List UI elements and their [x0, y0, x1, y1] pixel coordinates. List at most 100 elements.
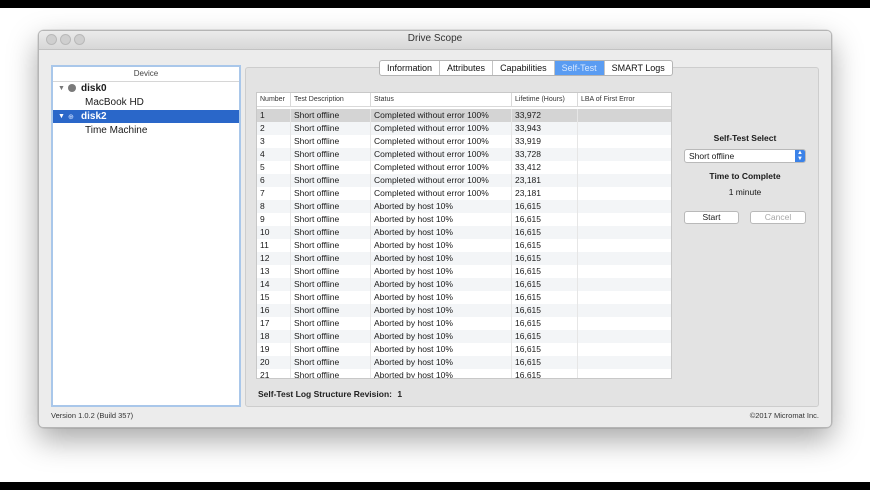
- table-cell: 23,181: [512, 174, 578, 187]
- sidebar-item-macbook-hd[interactable]: MacBook HD: [53, 96, 239, 109]
- sidebar-item-disk2[interactable]: ▼ ⊕ disk2: [53, 110, 239, 123]
- column-header-test-description[interactable]: Test Description: [291, 93, 371, 107]
- column-header-lifetime[interactable]: Lifetime (Hours): [512, 93, 578, 107]
- table-row[interactable]: 20 Short offline Aborted by host 10% 16,615: [257, 356, 671, 369]
- column-header-status[interactable]: Status: [371, 93, 512, 107]
- table-cell: Short offline: [291, 317, 371, 330]
- self-test-select-label: Self-Test Select: [713, 133, 777, 143]
- table-cell: Short offline: [291, 252, 371, 265]
- table-cell: Aborted by host 10%: [371, 317, 512, 330]
- device-sidebar[interactable]: Device ▼ disk0 MacBook HD ▼ ⊕ disk2 Time…: [51, 65, 241, 407]
- table-row[interactable]: 5 Short offline Completed without error 10…: [257, 161, 671, 174]
- tab-smart-logs[interactable]: SMART Logs: [605, 61, 672, 75]
- table-cell: [578, 109, 671, 122]
- table-cell: Short offline: [291, 278, 371, 291]
- table-cell: Short offline: [291, 109, 371, 122]
- cancel-button[interactable]: Cancel: [750, 211, 806, 224]
- table-cell: 16,615: [512, 278, 578, 291]
- table-cell: 21: [257, 369, 291, 378]
- version-label: Version 1.0.2 (Build 357): [51, 411, 134, 420]
- tab-self-test[interactable]: Self-Test: [554, 61, 605, 75]
- table-cell: 13: [257, 265, 291, 278]
- table-cell: 8: [257, 200, 291, 213]
- table-cell: [578, 291, 671, 304]
- table-cell: 16,615: [512, 213, 578, 226]
- tab-capabilities[interactable]: Capabilities: [493, 61, 555, 75]
- table-cell: Aborted by host 10%: [371, 356, 512, 369]
- table-cell: 16,615: [512, 330, 578, 343]
- table-row[interactable]: 11 Short offline Aborted by host 10% 16,615: [257, 239, 671, 252]
- self-test-log-table[interactable]: Number Test Description Status Lifetime …: [256, 92, 672, 379]
- table-row[interactable]: 18 Short offline Aborted by host 10% 16,615: [257, 330, 671, 343]
- table-row[interactable]: 12 Short offline Aborted by host 10% 16,615: [257, 252, 671, 265]
- self-test-select[interactable]: Short offline ▲ ▼: [684, 149, 806, 163]
- title-bar[interactable]: Drive Scope: [39, 31, 831, 50]
- usb-icon: ⊕: [68, 114, 74, 121]
- column-header-lba-first-error[interactable]: LBA of First Error: [578, 93, 671, 107]
- table-cell: [578, 356, 671, 369]
- table-row[interactable]: 6 Short offline Completed without error 10…: [257, 174, 671, 187]
- table-row[interactable]: 4 Short offline Completed without error 10…: [257, 148, 671, 161]
- table-row[interactable]: 1 Short offline Completed without error 10…: [257, 109, 671, 122]
- table-row[interactable]: 2 Short offline Completed without error 10…: [257, 122, 671, 135]
- table-cell: [578, 174, 671, 187]
- table-cell: 5: [257, 161, 291, 174]
- table-cell: Aborted by host 10%: [371, 291, 512, 304]
- table-cell: [578, 317, 671, 330]
- table-cell: Short offline: [291, 213, 371, 226]
- sidebar-item-label: disk0: [81, 83, 107, 94]
- table-row[interactable]: 3 Short offline Completed without error 10…: [257, 135, 671, 148]
- table-cell: [578, 343, 671, 356]
- sidebar-item-disk0[interactable]: ▼ disk0: [53, 82, 239, 95]
- table-cell: 18: [257, 330, 291, 343]
- table-cell: 33,972: [512, 109, 578, 122]
- start-button[interactable]: Start: [684, 211, 739, 224]
- table-cell: 2: [257, 122, 291, 135]
- disclosure-triangle-icon[interactable]: ▼: [58, 82, 65, 95]
- table-cell: [578, 226, 671, 239]
- column-header-number[interactable]: Number: [257, 93, 291, 107]
- table-cell: Short offline: [291, 343, 371, 356]
- table-cell: 7: [257, 187, 291, 200]
- table-cell: 16,615: [512, 369, 578, 378]
- disclosure-triangle-icon[interactable]: ▼: [58, 110, 65, 123]
- table-cell: 16,615: [512, 343, 578, 356]
- table-row[interactable]: 9 Short offline Aborted by host 10% 16,615: [257, 213, 671, 226]
- table-cell: [578, 265, 671, 278]
- table-cell: [578, 369, 671, 378]
- table-cell: 16,615: [512, 356, 578, 369]
- table-cell: [578, 213, 671, 226]
- table-cell: [578, 239, 671, 252]
- table-cell: 33,943: [512, 122, 578, 135]
- table-cell: [578, 278, 671, 291]
- table-row[interactable]: 13 Short offline Aborted by host 10% 16,615: [257, 265, 671, 278]
- top-letterbox: [0, 0, 870, 8]
- table-cell: 9: [257, 213, 291, 226]
- table-cell: 33,728: [512, 148, 578, 161]
- table-cell: 16,615: [512, 252, 578, 265]
- table-cell: Short offline: [291, 330, 371, 343]
- table-row[interactable]: 14 Short offline Aborted by host 10% 16,615: [257, 278, 671, 291]
- table-row[interactable]: 15 Short offline Aborted by host 10% 16,615: [257, 291, 671, 304]
- table-cell: Aborted by host 10%: [371, 330, 512, 343]
- self-test-select-value: Short offline: [689, 151, 735, 161]
- table-cell: 16,615: [512, 304, 578, 317]
- table-cell: 16: [257, 304, 291, 317]
- time-to-complete-value: 1 minute: [728, 187, 762, 197]
- table-row[interactable]: 8 Short offline Aborted by host 10% 16,615: [257, 200, 671, 213]
- sidebar-item-time-machine[interactable]: Time Machine: [53, 124, 239, 137]
- table-cell: 33,412: [512, 161, 578, 174]
- table-row[interactable]: 7 Short offline Completed without error 10…: [257, 187, 671, 200]
- revision-label: Self-Test Log Structure Revision:: [258, 389, 392, 399]
- table-cell: Short offline: [291, 148, 371, 161]
- tab-information[interactable]: Information: [380, 61, 441, 75]
- table-row[interactable]: 21 Short offline Aborted by host 10% 16,615: [257, 369, 671, 378]
- table-cell: [578, 161, 671, 174]
- tab-attributes[interactable]: Attributes: [440, 61, 494, 75]
- table-cell: Aborted by host 10%: [371, 200, 512, 213]
- table-row[interactable]: 16 Short offline Aborted by host 10% 16,615: [257, 304, 671, 317]
- table-row[interactable]: 10 Short offline Aborted by host 10% 16,615: [257, 226, 671, 239]
- table-cell: Short offline: [291, 187, 371, 200]
- table-row[interactable]: 17 Short offline Aborted by host 10% 16,615: [257, 317, 671, 330]
- table-row[interactable]: 19 Short offline Aborted by host 10% 16,615: [257, 343, 671, 356]
